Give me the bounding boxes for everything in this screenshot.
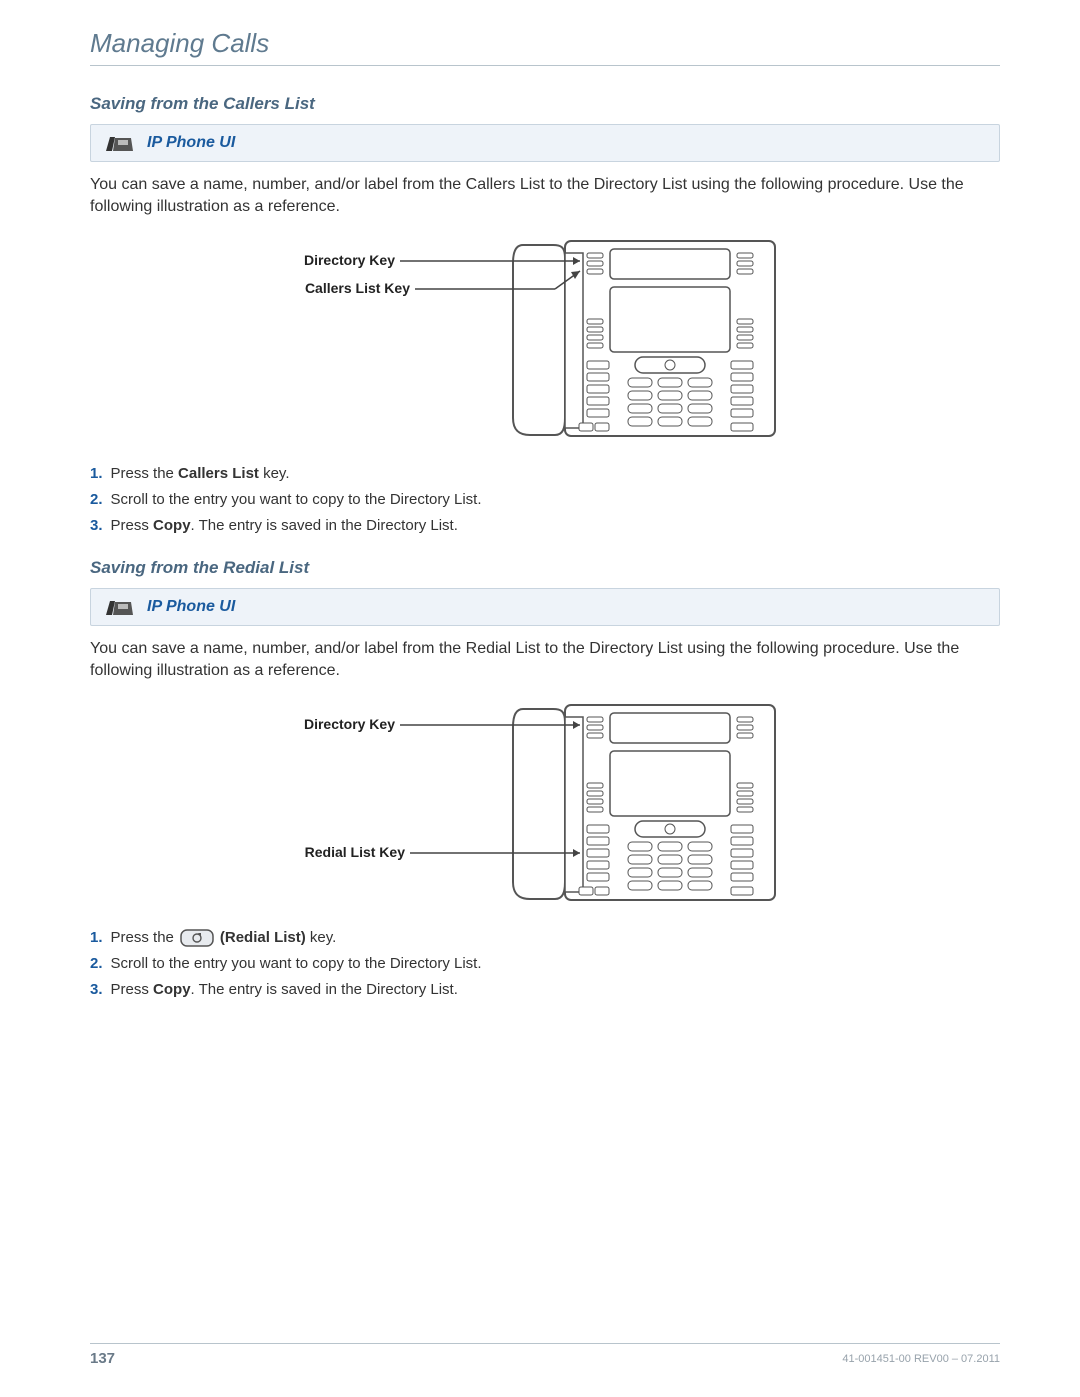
page-title: Managing Calls: [90, 28, 1000, 59]
ip-phone-ui-label: IP Phone UI: [147, 598, 235, 616]
step-item: 1. Press the Callers List key.: [90, 463, 1000, 484]
illustration-redial: Directory Key Redial List Key: [90, 693, 1000, 921]
step-text: key.: [306, 929, 337, 946]
section-heading-callers: Saving from the Callers List: [90, 94, 1000, 114]
redial-key-icon: [180, 929, 214, 947]
step-number: 2.: [90, 953, 103, 974]
callers-list-key-label: Callers List Key: [305, 280, 410, 296]
step-number: 1.: [90, 927, 103, 948]
step-number: 1.: [90, 463, 103, 484]
ip-phone-ui-box: IP Phone UI: [90, 124, 1000, 162]
directory-key-label: Directory Key: [304, 716, 395, 732]
step-text: . The entry is saved in the Directory Li…: [191, 517, 458, 534]
step-text-bold: Callers List: [178, 465, 259, 482]
page-footer: 137 41-001451-00 REV00 – 07.2011: [90, 1343, 1000, 1367]
step-item: 2. Scroll to the entry you want to copy …: [90, 489, 1000, 510]
directory-key-label: Directory Key: [304, 252, 395, 268]
phone-diagram-svg: Directory Key Callers List Key: [265, 233, 825, 443]
step-text: Press: [111, 981, 154, 998]
steps-section1: 1. Press the Callers List key. 2. Scroll…: [90, 463, 1000, 536]
step-item: 2. Scroll to the entry you want to copy …: [90, 953, 1000, 974]
page-number: 137: [90, 1350, 115, 1367]
step-text: Press the: [111, 465, 179, 482]
step-text: key.: [259, 465, 290, 482]
doc-id: 41-001451-00 REV00 – 07.2011: [842, 1353, 1000, 1365]
footer-rule: [90, 1343, 1000, 1344]
desk-phone-icon: [103, 131, 135, 155]
step-text: Press the: [111, 927, 174, 948]
phone-diagram-svg: Directory Key Redial List Key: [265, 697, 825, 907]
section1-intro: You can save a name, number, and/or labe…: [90, 174, 1000, 217]
step-number: 2.: [90, 489, 103, 510]
document-page: Managing Calls Saving from the Callers L…: [0, 0, 1080, 1397]
step-text: Scroll to the entry you want to copy to …: [111, 953, 482, 974]
section-heading-redial: Saving from the Redial List: [90, 558, 1000, 578]
step-item: 3. Press Copy. The entry is saved in the…: [90, 979, 1000, 1000]
title-rule: [90, 65, 1000, 66]
step-text-bold: Copy: [153, 517, 191, 534]
step-item: 3. Press Copy. The entry is saved in the…: [90, 515, 1000, 536]
step-text: Press: [111, 517, 154, 534]
redial-list-key-label: Redial List Key: [305, 844, 406, 860]
steps-section2: 1. Press the (Redial List) key. 2. Scrol…: [90, 927, 1000, 1000]
ip-phone-ui-box: IP Phone UI: [90, 588, 1000, 626]
step-item: 1. Press the (Redial List) key.: [90, 927, 1000, 948]
section2-intro: You can save a name, number, and/or labe…: [90, 638, 1000, 681]
step-text: Scroll to the entry you want to copy to …: [111, 489, 482, 510]
illustration-callers: Directory Key Callers List Key: [90, 229, 1000, 457]
step-number: 3.: [90, 979, 103, 1000]
step-text: . The entry is saved in the Directory Li…: [191, 981, 458, 998]
step-text-bold: (Redial List): [220, 929, 306, 946]
step-text-bold: Copy: [153, 981, 191, 998]
ip-phone-ui-label: IP Phone UI: [147, 134, 235, 152]
desk-phone-icon: [103, 595, 135, 619]
step-number: 3.: [90, 515, 103, 536]
